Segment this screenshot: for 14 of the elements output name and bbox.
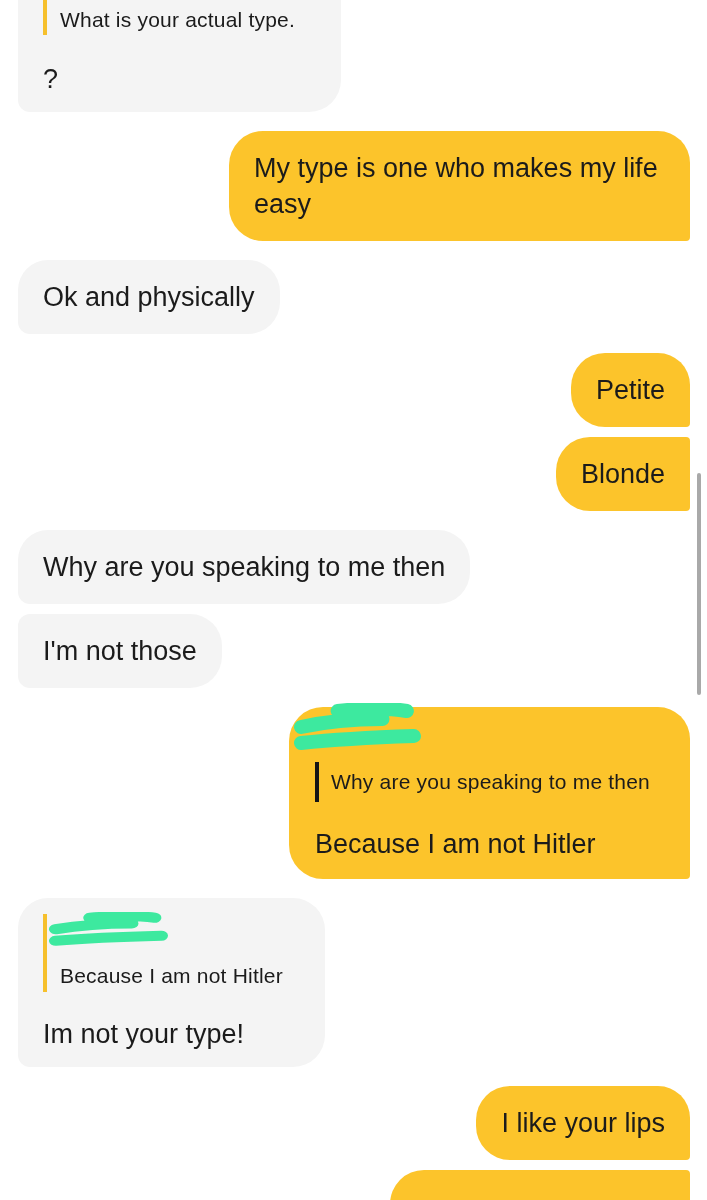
message-text: I like your lips: [501, 1107, 665, 1140]
quoted-message: Why are you speaking to me then: [314, 762, 650, 802]
message-text: ?: [43, 63, 60, 96]
message-text: Im not your type!: [43, 1018, 246, 1051]
message-text: Blonde: [580, 458, 665, 491]
message-text: My type is one who makes my life easy: [254, 152, 659, 221]
quoted-message: Because I am not Hitler: [43, 914, 300, 992]
message-text: Ok and physically: [43, 281, 255, 314]
message-text: Why are you speaking to me then: [43, 551, 446, 584]
message-text: Petite: [595, 374, 665, 407]
quoted-message: What is your actual type.: [43, 0, 316, 35]
message-text: Because I am not Hitler: [314, 828, 597, 861]
scrollbar[interactable]: [697, 473, 701, 695]
message-text: I'm not those: [43, 635, 197, 668]
